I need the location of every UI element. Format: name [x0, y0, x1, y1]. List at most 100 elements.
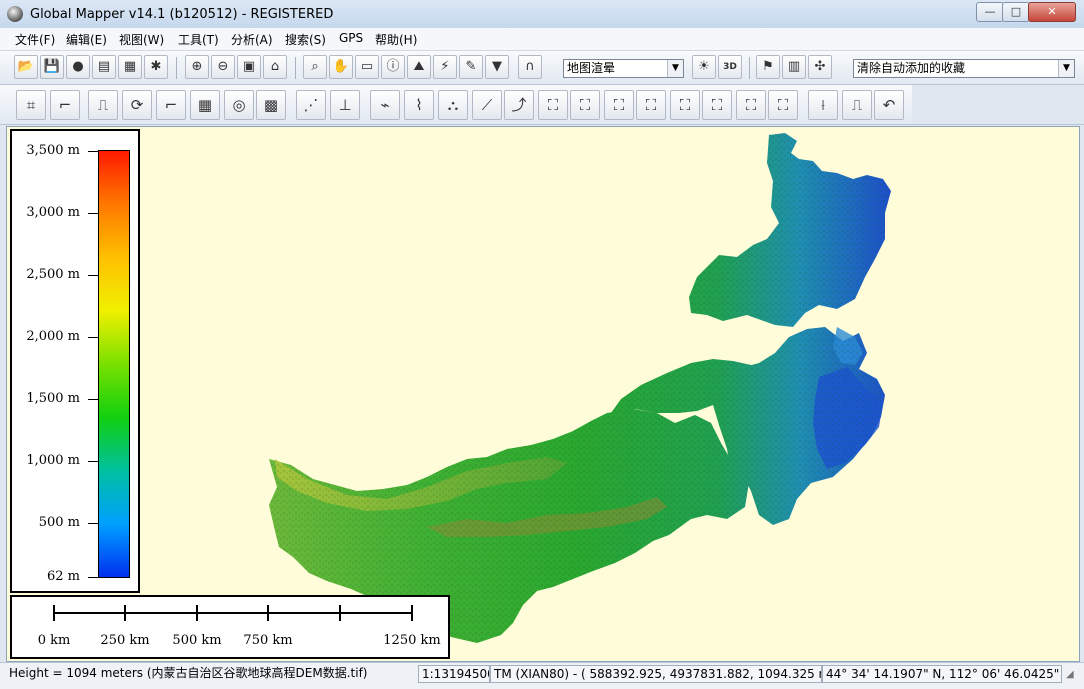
- legend-tick: [88, 399, 98, 400]
- zoom-extent-icon[interactable]: ▣: [237, 55, 261, 79]
- draw-red-line-icon[interactable]: ⌁: [370, 90, 400, 120]
- gps-device-icon[interactable]: ▥: [782, 55, 806, 79]
- elevation-legend: 3,500 m 3,000 m 2,500 m 2,000 m 1,500 m …: [10, 129, 140, 593]
- status-height: Height = 1094 meters (内蒙古自治区谷歌地球高程DEM数据.…: [9, 666, 368, 680]
- legend-tick: [88, 461, 98, 462]
- menu-help[interactable]: 帮助(H): [375, 31, 417, 48]
- points-icon[interactable]: ⋰: [296, 90, 326, 120]
- zoom-out-icon[interactable]: ⊖: [211, 55, 235, 79]
- 3d-view-icon[interactable]: 3D: [718, 55, 742, 79]
- zoom-tool-icon[interactable]: ⌕: [303, 55, 327, 79]
- create-area-icon[interactable]: ⌗: [16, 90, 46, 120]
- legend-label-2500: 2,500 m: [26, 267, 80, 282]
- edit-line-icon[interactable]: ⎍: [88, 90, 118, 120]
- menu-tools[interactable]: 工具(T): [178, 31, 219, 48]
- point-line-icon[interactable]: ⊥: [330, 90, 360, 120]
- light-direction-icon[interactable]: ☀: [692, 55, 716, 79]
- measure-icon[interactable]: ▭: [355, 55, 379, 79]
- status-projection: TM (XIAN80) - ( 588392.925, 4937831.882,…: [490, 665, 822, 683]
- main-toolbar: 📂 💾 ● ▤ ▦ ✱ ⊕ ⊖ ▣ ⌂ ⌕ ✋ ▭ ⓘ ⛰ ⚡ ✎ ▼ ∩ 地图…: [0, 51, 1084, 85]
- edit-tool-4-icon[interactable]: ⤴: [504, 90, 534, 120]
- status-bar: Height = 1094 meters (内蒙古自治区谷歌地球高程DEM数据.…: [0, 662, 1084, 689]
- edit-tool-10-icon[interactable]: ⛶: [702, 90, 732, 120]
- scale-label-0: 0 km: [37, 633, 71, 648]
- close-button[interactable]: ✕: [1028, 2, 1076, 22]
- trace-icon[interactable]: ⟳: [122, 90, 152, 120]
- gps-track-icon[interactable]: ⚑: [756, 55, 780, 79]
- view-shed-icon[interactable]: ⚡: [433, 55, 457, 79]
- edit-tool-3-icon[interactable]: ⟋: [472, 90, 502, 120]
- menu-search[interactable]: 搜索(S): [285, 31, 326, 48]
- edit-tool-13-icon[interactable]: ⟊: [808, 90, 838, 120]
- legend-label-2000: 2,000 m: [26, 329, 80, 344]
- grid-icon[interactable]: ▩: [256, 90, 286, 120]
- feature-info-icon[interactable]: ⓘ: [381, 55, 405, 79]
- app-window: Global Mapper v14.1 (b120512) - REGISTER…: [0, 0, 1084, 689]
- digitizer-toolbar: ⌗ ⌐ ⎍ ⟳ ⌐ ▦ ◎ ▩ ⋰ ⊥ ⌁ ⌇ ⛬ ⟋ ⤴ ⛶ ⛶ ⛶ ⛶ ⛶ …: [0, 85, 1084, 125]
- legend-tick: [88, 275, 98, 276]
- chevron-down-icon[interactable]: ▼: [1058, 60, 1074, 77]
- menu-analysis[interactable]: 分析(A): [231, 31, 273, 48]
- menu-view[interactable]: 视图(W): [119, 31, 164, 48]
- path-profile-icon[interactable]: ⛰: [407, 55, 431, 79]
- menu-edit[interactable]: 编辑(E): [66, 31, 107, 48]
- region-texture-overlay: [269, 133, 891, 643]
- legend-label-500: 500 m: [38, 515, 80, 530]
- 3d-shape-icon[interactable]: ∩: [518, 55, 542, 79]
- save-icon[interactable]: 💾: [40, 55, 64, 79]
- legend-label-1000: 1,000 m: [26, 453, 80, 468]
- window-title: Global Mapper v14.1 (b120512) - REGISTER…: [30, 7, 334, 22]
- edit-tool-11-icon[interactable]: ⛶: [736, 90, 766, 120]
- scale-label-500: 500 km: [172, 633, 222, 648]
- map-view[interactable]: 3,500 m 3,000 m 2,500 m 2,000 m 1,500 m …: [6, 126, 1080, 662]
- open-folder-icon[interactable]: 📂: [14, 55, 38, 79]
- edit-tool-9-icon[interactable]: ⛶: [670, 90, 700, 120]
- edit-tool-7-icon[interactable]: ⛶: [604, 90, 634, 120]
- edit-tool-8-icon[interactable]: ⛶: [636, 90, 666, 120]
- edit-tool-14-icon[interactable]: ⎍: [842, 90, 872, 120]
- vertex-icon[interactable]: ⌐: [156, 90, 186, 120]
- shader-select[interactable]: 地图渲晕 ▼: [563, 59, 684, 78]
- legend-tick: [88, 151, 98, 152]
- scale-label-750: 750 km: [243, 633, 293, 648]
- scale-bar-graphic: [53, 605, 413, 621]
- edit-tool-2-icon[interactable]: ⛬: [438, 90, 468, 120]
- edit-tool-6-icon[interactable]: ⛶: [570, 90, 600, 120]
- volume-icon[interactable]: ▼: [485, 55, 509, 79]
- tools-icon[interactable]: ✱: [144, 55, 168, 79]
- zoom-in-icon[interactable]: ⊕: [185, 55, 209, 79]
- legend-tick: [88, 523, 98, 524]
- globe-data-icon[interactable]: ●: [66, 55, 90, 79]
- resize-grip-icon[interactable]: ◢: [1066, 669, 1078, 681]
- scale-bar: 0 km 250 km 500 km 750 km 1250 km: [10, 595, 450, 659]
- home-icon[interactable]: ⌂: [263, 55, 287, 79]
- config-icon[interactable]: ▦: [118, 55, 142, 79]
- digitizer-icon[interactable]: ✎: [459, 55, 483, 79]
- gps-center-icon[interactable]: ✣: [808, 55, 832, 79]
- toolbar-separator: [749, 57, 750, 79]
- undo-icon[interactable]: ↶: [874, 90, 904, 120]
- maximize-button[interactable]: □: [1002, 2, 1030, 22]
- color-ramp: [98, 150, 130, 578]
- pan-hand-icon[interactable]: ✋: [329, 55, 353, 79]
- edit-tool-1-icon[interactable]: ⌇: [404, 90, 434, 120]
- create-line-icon[interactable]: ⌐: [50, 90, 80, 120]
- edit-tool-12-icon[interactable]: ⛶: [768, 90, 798, 120]
- overlay-control-icon[interactable]: ▤: [92, 55, 116, 79]
- status-coordinates: 44° 34' 14.1907" N, 112° 06' 46.0425" E: [822, 665, 1062, 683]
- edit-tool-5-icon[interactable]: ⛶: [538, 90, 568, 120]
- coord-input-icon[interactable]: ▦: [190, 90, 220, 120]
- menu-file[interactable]: 文件(F): [15, 31, 55, 48]
- menu-gps[interactable]: GPS: [339, 31, 363, 45]
- legend-tick: [88, 213, 98, 214]
- globe-icon: [7, 6, 23, 22]
- minimize-button[interactable]: —: [976, 2, 1004, 22]
- chevron-down-icon[interactable]: ▼: [667, 60, 683, 77]
- favorites-select[interactable]: 清除自动添加的收藏 ▼: [853, 59, 1075, 78]
- circle-tool-icon[interactable]: ◎: [224, 90, 254, 120]
- legend-tick: [88, 577, 98, 578]
- map-canvas[interactable]: [7, 127, 1079, 661]
- legend-label-3500: 3,500 m: [26, 143, 80, 158]
- legend-label-3000: 3,000 m: [26, 205, 80, 220]
- shader-select-value: 地图渲晕: [567, 61, 616, 75]
